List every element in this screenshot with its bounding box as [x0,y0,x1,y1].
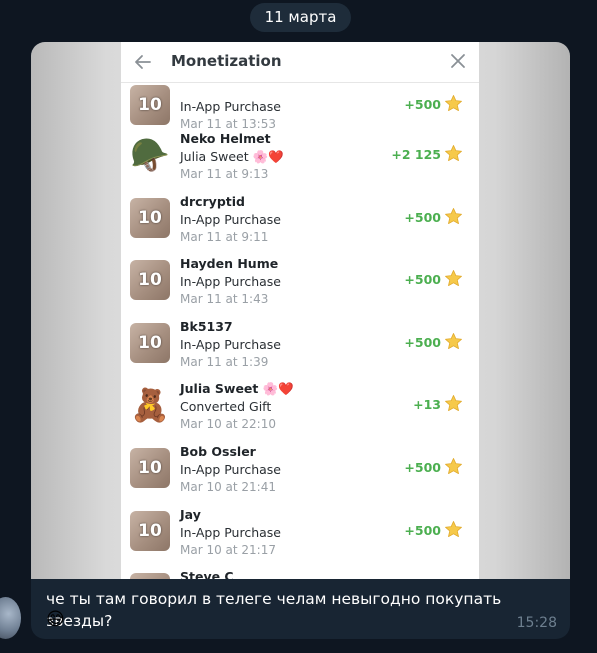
gift-icon: 🧸 [130,386,170,424]
transaction-amount: +500 [404,460,441,475]
gift-icon: 🪖 [130,136,170,174]
panel-title: Monetization [171,52,282,70]
sender-avatar[interactable] [0,597,21,639]
star-icon [445,458,462,475]
transaction-name: Jay [180,507,201,522]
transaction-date: Mar 11 at 1:39 [180,355,269,369]
transaction-date: Mar 11 at 1:43 [180,292,269,306]
star-icon [445,521,462,538]
transaction-name: Bob Ossler [180,444,256,459]
transaction-thumbnail: 10 [130,198,170,238]
transaction-name: Hayden Hume [180,256,279,271]
transaction-description: In-App Purchase [180,99,282,114]
close-icon[interactable] [447,50,469,72]
transaction-name: Bk5137 [180,319,233,334]
transaction-amount: +2 125 [391,147,441,162]
transaction-date: Mar 11 at 9:13 [180,167,269,181]
transaction-row[interactable]: 10 Bob Ossler In-App Purchase Mar 10 at 21:… [121,444,479,506]
transaction-description: In-App Purchase [180,274,282,289]
transaction-date: Mar 11 at 9:11 [180,230,269,244]
transaction-description: In-App Purchase [180,525,282,540]
transaction-row[interactable]: 10 Bk5137 In-App Purchase Mar 11 at 1:39 +50… [121,319,479,381]
transaction-row[interactable]: 🧸 Julia Sweet 🌸❤️ Converted Gift Mar 10 at … [121,381,479,443]
transaction-date: Mar 10 at 21:41 [180,480,276,494]
transaction-name: Steve C [180,569,234,579]
transaction-date: Mar 11 at 13:53 [180,117,276,131]
star-icon [445,145,462,162]
star-icon [445,333,462,350]
star-icon [445,270,462,287]
transaction-name: Neko Helmet [180,131,271,146]
transaction-date: Mar 10 at 21:17 [180,543,276,557]
message-text: че ты там говорил в телеге челам невыгод… [46,590,502,630]
back-arrow-icon[interactable] [129,48,157,76]
transaction-amount: +500 [404,523,441,538]
transaction-name: drcryptid [180,194,245,209]
transaction-amount: +500 [404,97,441,112]
message-time: 15:28 [516,615,557,631]
transaction-description: Julia Sweet 🌸❤️ [180,149,284,164]
transaction-amount: +500 [404,335,441,350]
transaction-description: Converted Gift [180,399,272,414]
screenshot-photo[interactable]: 10 In-App Purchase Mar 11 at 13:53 +500 🪖 Nek… [31,42,570,579]
transaction-description: In-App Purchase [180,337,282,352]
transaction-thumbnail: 10 [130,573,170,579]
transaction-thumbnail: 10 [130,85,170,125]
message-emoji: 😅 [46,609,65,630]
star-icon [445,95,462,112]
transaction-thumbnail: 10 [130,323,170,363]
star-icon [445,208,462,225]
panel-header: Monetization [121,42,479,83]
transaction-row[interactable]: 10 Steve C [121,569,479,579]
message-bubble[interactable]: 10 In-App Purchase Mar 11 at 13:53 +500 🪖 Nek… [31,42,570,639]
transaction-name: Julia Sweet 🌸❤️ [180,381,294,396]
transaction-description: In-App Purchase [180,212,282,227]
star-icon [445,395,462,412]
transaction-thumbnail: 10 [130,448,170,488]
transaction-description: In-App Purchase [180,462,282,477]
transaction-amount: +13 [413,397,441,412]
transaction-row[interactable]: 10 Hayden Hume In-App Purchase Mar 11 at 1:… [121,256,479,318]
transaction-thumbnail: 10 [130,511,170,551]
date-separator: 11 марта [250,3,351,32]
transaction-row[interactable]: 🪖 Neko Helmet Julia Sweet 🌸❤️ Mar 11 at 9:1… [121,131,479,193]
transaction-date: Mar 10 at 22:10 [180,417,276,431]
transaction-amount: +500 [404,210,441,225]
transaction-amount: +500 [404,272,441,287]
transaction-row[interactable]: 10 Jay In-App Purchase Mar 10 at 21:17 +500 [121,507,479,569]
transaction-thumbnail: 10 [130,260,170,300]
transaction-row[interactable]: 10 drcryptid In-App Purchase Mar 11 at 9:11… [121,194,479,256]
monetization-panel: 10 In-App Purchase Mar 11 at 13:53 +500 🪖 Nek… [121,42,479,579]
